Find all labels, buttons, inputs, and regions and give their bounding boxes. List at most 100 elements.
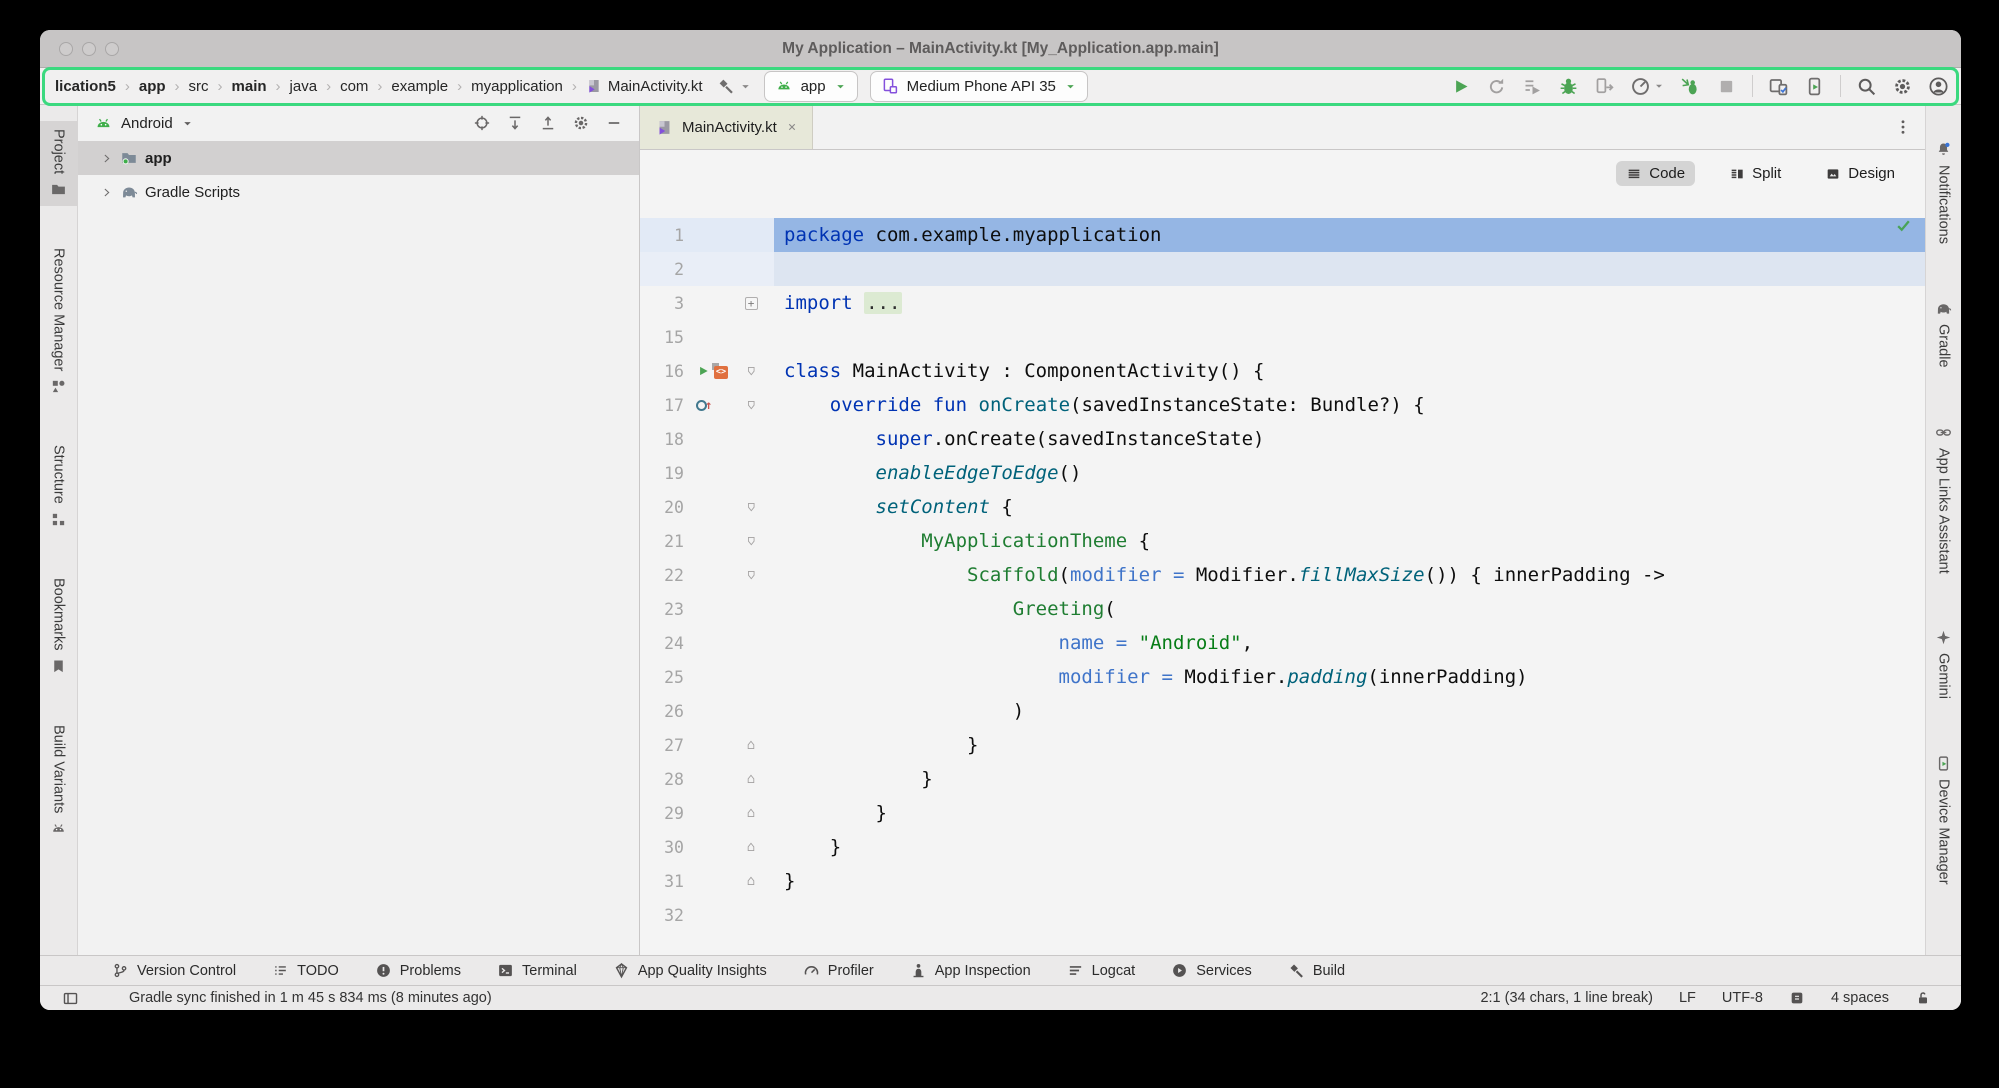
code-line-30[interactable]: 30⌂ } bbox=[640, 830, 1925, 864]
tool-window-button-logcat[interactable]: Logcat bbox=[1067, 962, 1136, 979]
tool-window-button-project[interactable]: Project bbox=[40, 121, 77, 206]
close-tab-icon[interactable] bbox=[786, 121, 798, 133]
running-devices-button[interactable] bbox=[1804, 76, 1825, 97]
tool-window-button-terminal[interactable]: Terminal bbox=[497, 962, 577, 979]
expand-all-button[interactable] bbox=[506, 114, 524, 132]
code-line-19[interactable]: 19 enableEdgeToEdge() bbox=[640, 456, 1925, 490]
code-line-15[interactable]: 15 bbox=[640, 320, 1925, 354]
code-line-16[interactable]: 16<>⌂class MainActivity : ComponentActiv… bbox=[640, 354, 1925, 388]
tool-window-button-app-inspection[interactable]: App Inspection bbox=[910, 962, 1031, 979]
tool-window-button-resource-manager[interactable]: Resource Manager bbox=[40, 240, 77, 403]
attach-debugger-button[interactable] bbox=[1680, 76, 1701, 97]
fold-end-icon[interactable]: ⌂ bbox=[747, 805, 755, 821]
code-line-2[interactable]: 2 bbox=[640, 252, 1925, 286]
file-lock-icon[interactable] bbox=[1915, 990, 1931, 1006]
code-line-20[interactable]: 20⌂ setContent { bbox=[640, 490, 1925, 524]
fold-start-icon[interactable]: ⌂ bbox=[747, 397, 755, 413]
tool-window-button-services[interactable]: Services bbox=[1171, 962, 1252, 979]
file-encoding[interactable]: UTF-8 bbox=[1722, 990, 1763, 1006]
rerun-button[interactable] bbox=[1486, 76, 1507, 97]
profiler-button[interactable] bbox=[1630, 76, 1665, 97]
close-window-button[interactable] bbox=[59, 42, 73, 56]
fold-start-icon[interactable]: ⌂ bbox=[747, 363, 755, 379]
settings-button[interactable] bbox=[1892, 76, 1913, 97]
fold-start-icon[interactable]: ⌂ bbox=[747, 567, 755, 583]
tool-window-button-todo[interactable]: TODO bbox=[272, 962, 339, 979]
tab-mainactivity[interactable]: MainActivity.kt bbox=[640, 105, 813, 149]
fold-expand-icon[interactable]: + bbox=[745, 297, 758, 310]
editor-options-icon[interactable] bbox=[1894, 118, 1912, 136]
code-line-29[interactable]: 29⌂ } bbox=[640, 796, 1925, 830]
reader-mode-icon[interactable] bbox=[1789, 990, 1805, 1006]
override-method-icon[interactable]: ↑ bbox=[696, 398, 712, 412]
apply-code-changes-button[interactable] bbox=[1594, 76, 1615, 97]
device-mirroring-button[interactable] bbox=[1768, 76, 1789, 97]
build-tasks-dropdown[interactable] bbox=[717, 77, 752, 95]
mode-design-button[interactable]: Design bbox=[1815, 161, 1905, 186]
expand-chevron-icon[interactable] bbox=[100, 150, 113, 167]
debug-button[interactable] bbox=[1558, 76, 1579, 97]
stop-button[interactable] bbox=[1716, 76, 1737, 97]
device-selector-chip[interactable]: Medium Phone API 35 bbox=[870, 71, 1088, 102]
tree-node-app[interactable]: app bbox=[78, 141, 639, 175]
code-line-1[interactable]: 1package com.example.myapplication bbox=[640, 218, 1925, 252]
tool-window-button-version-control[interactable]: Version Control bbox=[112, 962, 236, 979]
tool-window-button-profiler[interactable]: Profiler bbox=[803, 962, 874, 979]
breadcrumb-item-mainactivity-kt[interactable]: MainActivity.kt bbox=[586, 78, 703, 95]
tool-window-button-build[interactable]: Build bbox=[1288, 962, 1345, 979]
tool-window-button-app-links-assistant[interactable]: App Links Assistant bbox=[1926, 416, 1961, 582]
profile-button[interactable] bbox=[1928, 76, 1949, 97]
tree-node-gradle-scripts[interactable]: Gradle Scripts bbox=[78, 175, 639, 209]
fold-start-icon[interactable]: ⌂ bbox=[747, 499, 755, 515]
mode-code-button[interactable]: Code bbox=[1616, 161, 1695, 186]
fold-end-icon[interactable]: ⌂ bbox=[747, 771, 755, 787]
breadcrumb-item-lication5[interactable]: lication5 bbox=[55, 78, 116, 95]
tool-window-button-gradle[interactable]: Gradle bbox=[1926, 292, 1961, 376]
hide-panel-button[interactable] bbox=[605, 114, 623, 132]
breadcrumb-item-com[interactable]: com bbox=[340, 78, 368, 95]
code-line-3[interactable]: 3+import ... bbox=[640, 286, 1925, 320]
locate-file-button[interactable] bbox=[473, 114, 491, 132]
tool-window-button-problems[interactable]: Problems bbox=[375, 962, 461, 979]
tool-window-button-structure[interactable]: Structure bbox=[40, 437, 77, 536]
run-tasks-button[interactable] bbox=[1522, 76, 1543, 97]
code-line-26[interactable]: 26 ) bbox=[640, 694, 1925, 728]
fold-end-icon[interactable]: ⌂ bbox=[747, 873, 755, 889]
tool-window-button-build-variants[interactable]: Build Variants bbox=[40, 717, 77, 845]
minimize-window-button[interactable] bbox=[82, 42, 96, 56]
tool-window-button-app-quality-insights[interactable]: App Quality Insights bbox=[613, 962, 767, 979]
caret-position[interactable]: 2:1 (34 chars, 1 line break) bbox=[1480, 990, 1652, 1006]
code-line-22[interactable]: 22⌂ Scaffold(modifier = Modifier.fillMax… bbox=[640, 558, 1925, 592]
panel-toggle-icon[interactable] bbox=[62, 990, 79, 1007]
collapse-all-button[interactable] bbox=[539, 114, 557, 132]
project-view-selector[interactable]: Android bbox=[121, 115, 173, 132]
breadcrumb-item-app[interactable]: app bbox=[139, 78, 166, 95]
code-line-17[interactable]: 17↑⌂ override fun onCreate(savedInstance… bbox=[640, 388, 1925, 422]
run-configuration-chip[interactable]: app bbox=[764, 71, 858, 102]
macos-titlebar[interactable]: My Application – MainActivity.kt [My_App… bbox=[40, 30, 1961, 68]
panel-options-button[interactable] bbox=[572, 114, 590, 132]
tool-window-button-device-manager[interactable]: Device Manager bbox=[1926, 747, 1961, 893]
tool-window-button-gemini[interactable]: Gemini bbox=[1926, 621, 1961, 707]
code-editor[interactable]: 1package com.example.myapplication23+imp… bbox=[640, 150, 1925, 955]
code-line-25[interactable]: 25 modifier = Modifier.padding(innerPadd… bbox=[640, 660, 1925, 694]
code-line-28[interactable]: 28⌂ } bbox=[640, 762, 1925, 796]
code-line-27[interactable]: 27⌂ } bbox=[640, 728, 1925, 762]
zoom-window-button[interactable] bbox=[105, 42, 119, 56]
fold-end-icon[interactable]: ⌂ bbox=[747, 839, 755, 855]
breadcrumb-item-src[interactable]: src bbox=[189, 78, 209, 95]
traffic-lights[interactable] bbox=[59, 42, 119, 56]
tool-window-button-bookmarks[interactable]: Bookmarks bbox=[40, 570, 77, 683]
breadcrumb-item-main[interactable]: main bbox=[232, 78, 267, 95]
code-line-18[interactable]: 18 super.onCreate(savedInstanceState) bbox=[640, 422, 1925, 456]
fold-end-icon[interactable]: ⌂ bbox=[747, 737, 755, 753]
search-everywhere-button[interactable] bbox=[1856, 76, 1877, 97]
breadcrumb-item-myapplication[interactable]: myapplication bbox=[471, 78, 563, 95]
fold-start-icon[interactable]: ⌂ bbox=[747, 533, 755, 549]
code-line-23[interactable]: 23 Greeting( bbox=[640, 592, 1925, 626]
code-line-32[interactable]: 32 bbox=[640, 898, 1925, 932]
expand-chevron-icon[interactable] bbox=[100, 184, 113, 201]
mode-split-button[interactable]: Split bbox=[1719, 161, 1791, 186]
compose-preview-icon[interactable]: <> bbox=[712, 364, 728, 379]
breadcrumb-item-java[interactable]: java bbox=[290, 78, 318, 95]
